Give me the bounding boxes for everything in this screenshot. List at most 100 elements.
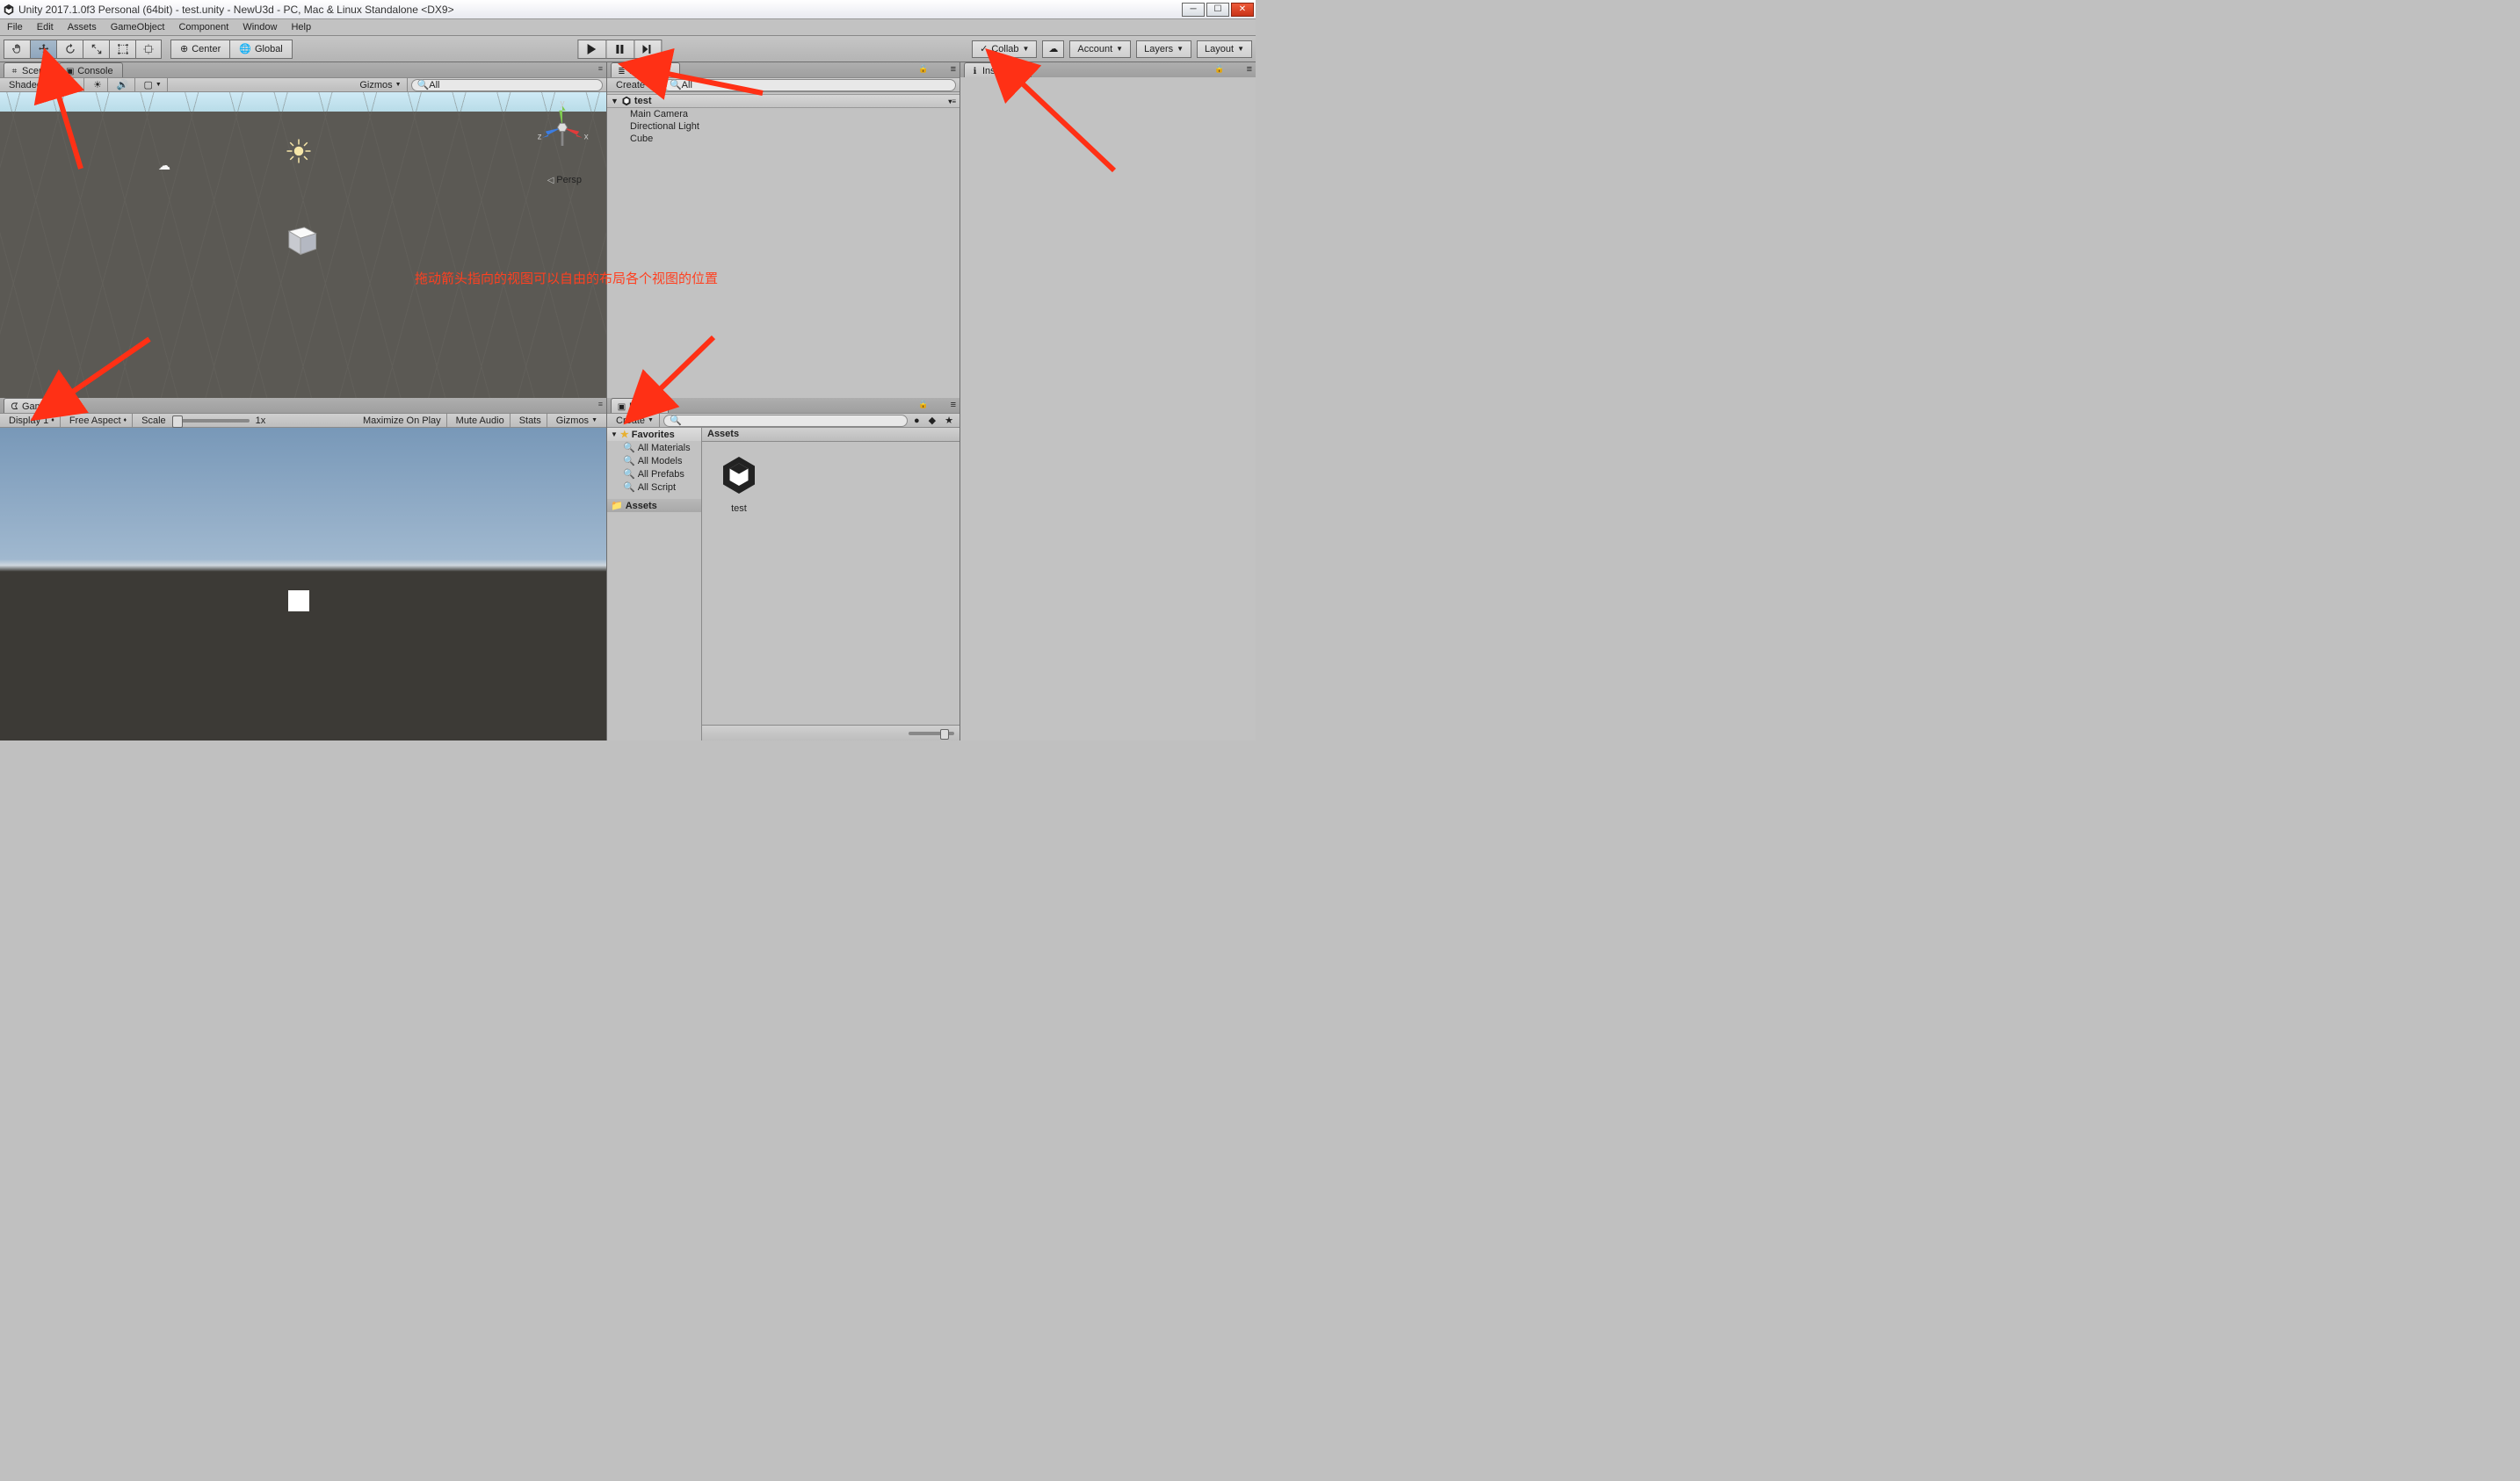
foldout-icon[interactable]: ▼: [611, 97, 619, 105]
mute-toggle[interactable]: Mute Audio: [451, 414, 511, 427]
favorite-item[interactable]: 🔍All Materials: [607, 441, 701, 454]
layout-dropdown[interactable]: Layout▼: [1197, 40, 1252, 58]
filter-icon[interactable]: ●: [911, 415, 923, 426]
collab-dropdown[interactable]: ✓Collab▼: [972, 40, 1037, 58]
tab-scene[interactable]: ⌗Scene: [4, 62, 59, 77]
favorite-item[interactable]: 🔍All Models: [607, 454, 701, 467]
fx-toggle[interactable]: ▢▼: [139, 78, 168, 91]
hierarchy-search[interactable]: 🔍All: [663, 79, 956, 91]
scene-icon: ⌗: [10, 67, 19, 76]
tab-hierarchy[interactable]: ≣Hierarchy: [611, 62, 680, 77]
cube-object[interactable]: [281, 220, 320, 258]
hand-tool[interactable]: [4, 40, 30, 59]
hierarchy-list[interactable]: ▼ test ▾≡ Main Camera Directional Light …: [607, 92, 959, 398]
maximize-toggle[interactable]: Maximize On Play: [358, 414, 447, 427]
menu-component[interactable]: Component: [171, 20, 235, 34]
hierarchy-create[interactable]: Create▼: [611, 78, 660, 91]
step-button[interactable]: [634, 40, 662, 59]
orientation-gizmo[interactable]: y x z: [534, 99, 590, 155]
scene-menu-icon[interactable]: ▾≡: [948, 98, 956, 105]
scale-slider[interactable]: [172, 419, 250, 423]
project-footer: [702, 725, 959, 740]
lock-icon[interactable]: 🔒: [918, 64, 928, 75]
lock-icon[interactable]: 🔒: [918, 400, 928, 410]
menu-assets[interactable]: Assets: [61, 20, 104, 34]
asset-item[interactable]: test: [711, 451, 767, 514]
favorite-item[interactable]: 🔍All Script: [607, 480, 701, 494]
hierarchy-item[interactable]: Main Camera: [607, 108, 959, 120]
inspector-body[interactable]: [960, 77, 1256, 740]
asset-grid[interactable]: test: [702, 442, 959, 725]
pivot-center-button[interactable]: ⊕Center: [170, 40, 229, 59]
game-viewport[interactable]: [0, 428, 606, 740]
rect-tool[interactable]: [109, 40, 135, 59]
maximize-button[interactable]: ☐: [1206, 3, 1229, 17]
project-breadcrumb[interactable]: Assets: [702, 428, 959, 442]
save-search-icon[interactable]: ★: [942, 415, 956, 426]
layers-dropdown[interactable]: Layers▼: [1136, 40, 1191, 58]
image-icon: ▢: [144, 79, 153, 90]
toolbar-right: ✓Collab▼ ☁ Account▼ Layers▼ Layout▼: [972, 40, 1252, 58]
menu-help[interactable]: Help: [284, 20, 318, 34]
aspect-dropdown[interactable]: Free Aspect ♦: [64, 414, 133, 427]
shading-mode[interactable]: Shaded▼: [4, 78, 57, 91]
lighting-toggle[interactable]: ☀: [88, 78, 108, 91]
menu-file[interactable]: File: [0, 20, 30, 34]
center-icon: ⊕: [180, 43, 188, 54]
game-gizmos-dropdown[interactable]: Gizmos▼: [551, 414, 603, 427]
main-toolbar: ⊕Center 🌐Global ✓Collab▼ ☁ Account▼ Laye…: [0, 36, 1256, 62]
play-controls: [577, 40, 662, 59]
tab-project[interactable]: ▣Project: [611, 398, 669, 413]
favorite-item[interactable]: 🔍All Prefabs: [607, 467, 701, 480]
hierarchy-item[interactable]: Directional Light: [607, 120, 959, 133]
scale-control[interactable]: Scale1x: [136, 414, 271, 427]
perspective-label[interactable]: ◁ Persp: [547, 175, 582, 185]
transform-tool[interactable]: [135, 40, 162, 59]
middle-column: ≣Hierarchy 🔒 ≡ Create▼ 🔍All ▼ test ▾≡ Ma…: [606, 62, 959, 740]
assets-folder[interactable]: 📁Assets: [607, 499, 701, 512]
project-search[interactable]: 🔍: [663, 415, 908, 427]
tab-game[interactable]: ᗧGame: [4, 398, 58, 413]
play-button[interactable]: [577, 40, 605, 59]
panel-options[interactable]: ≡: [951, 64, 956, 75]
audio-toggle[interactable]: 🔊: [112, 78, 135, 91]
menu-window[interactable]: Window: [235, 20, 284, 34]
lock-icon[interactable]: 🔒: [1214, 64, 1224, 75]
hierarchy-scene-row[interactable]: ▼ test ▾≡: [607, 94, 959, 108]
thumbnail-size-slider[interactable]: [909, 732, 954, 735]
panel-options[interactable]: ≡: [1247, 64, 1252, 75]
menu-edit[interactable]: Edit: [30, 20, 61, 34]
display-dropdown[interactable]: Display 1 ♦: [4, 414, 61, 427]
project-panel: ▣Project 🔒 ≡ Create▼ 🔍 ● ◆ ★ ▼★Favorites…: [607, 398, 959, 740]
gizmos-dropdown[interactable]: Gizmos▼: [354, 78, 407, 91]
minimize-button[interactable]: ─: [1182, 3, 1205, 17]
favorites-header[interactable]: ▼★Favorites: [607, 428, 701, 441]
search-saved-icon: 🔍: [623, 455, 635, 466]
tab-inspector[interactable]: ℹInspector: [964, 62, 1032, 77]
stats-toggle[interactable]: Stats: [514, 414, 547, 427]
panel-options[interactable]: ≡: [951, 400, 956, 410]
pause-button[interactable]: [605, 40, 634, 59]
menu-gameobject[interactable]: GameObject: [104, 20, 172, 34]
scene-viewport[interactable]: ☁ y x z ◁ Persp: [0, 92, 606, 398]
scene-panel: ⌗Scene ▣Console ≡ Shaded▼ 2D ☀ 🔊 ▢▼ Gizm…: [0, 62, 606, 398]
hierarchy-item[interactable]: Cube: [607, 133, 959, 145]
close-button[interactable]: ✕: [1231, 3, 1254, 17]
pivot-global-button[interactable]: 🌐Global: [229, 40, 293, 59]
project-folders[interactable]: ▼★Favorites 🔍All Materials 🔍All Models 🔍…: [607, 428, 702, 740]
panel-options[interactable]: ≡: [598, 64, 603, 73]
unity-logo-icon: [3, 4, 15, 16]
scene-search[interactable]: 🔍All: [411, 79, 603, 91]
project-create[interactable]: Create▼: [611, 414, 660, 427]
console-icon: ▣: [65, 67, 75, 76]
move-tool[interactable]: [30, 40, 56, 59]
scale-tool[interactable]: [83, 40, 109, 59]
filter-icon[interactable]: ◆: [926, 415, 938, 426]
tab-console[interactable]: ▣Console: [59, 62, 122, 77]
panel-options[interactable]: ≡: [598, 400, 603, 408]
hierarchy-toolbar: Create▼ 🔍All: [607, 77, 959, 92]
account-dropdown[interactable]: Account▼: [1069, 40, 1131, 58]
rotate-tool[interactable]: [56, 40, 83, 59]
2d-toggle[interactable]: 2D: [61, 78, 84, 91]
cloud-button[interactable]: ☁: [1042, 40, 1064, 58]
